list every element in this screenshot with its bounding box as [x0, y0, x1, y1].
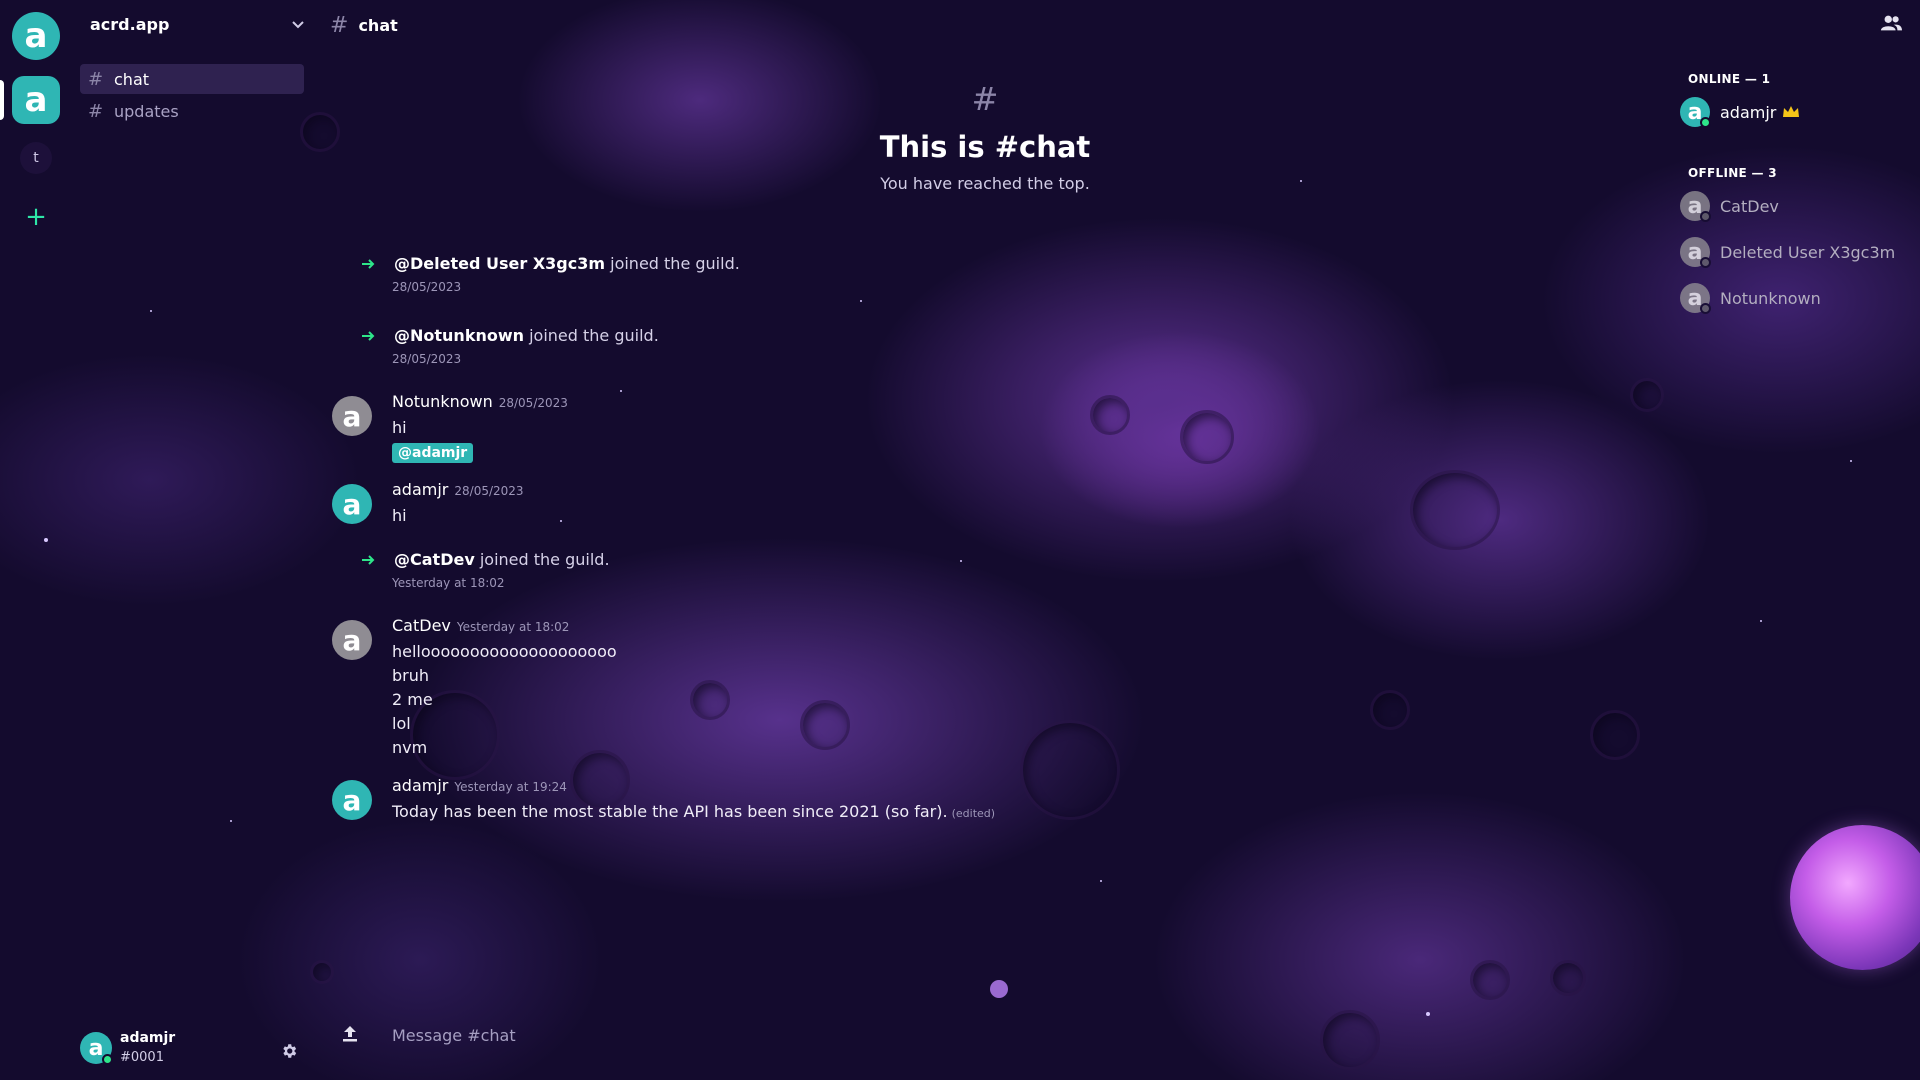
- hash-icon: #: [330, 12, 349, 38]
- message-timestamp: 28/05/2023: [454, 484, 524, 498]
- channel-item-chat[interactable]: # chat: [80, 64, 304, 94]
- add-server-button[interactable]: +: [22, 204, 50, 230]
- message-body: helloooooooooooooooooooo bruh 2 me lol n…: [392, 642, 617, 757]
- arrow-right-icon: [362, 331, 375, 341]
- member-item-deleted-user[interactable]: a Deleted User X3gc3m: [1680, 235, 1910, 269]
- message-timestamp: 28/05/2023: [392, 352, 462, 366]
- message-author[interactable]: CatDev: [392, 616, 451, 635]
- online-status-icon: [1700, 117, 1711, 128]
- avatar[interactable]: a: [332, 780, 372, 820]
- member-name: CatDev: [1720, 196, 1779, 216]
- arrow-right-icon: [362, 259, 375, 269]
- join-user[interactable]: @CatDev: [394, 550, 475, 569]
- gear-icon[interactable]: [280, 1042, 298, 1060]
- guild-name: acrd.app: [90, 14, 170, 34]
- channel-welcome: # This is #chat You have reached the top…: [785, 80, 1185, 193]
- channel-item-updates[interactable]: # updates: [80, 96, 304, 126]
- avatar[interactable]: a: [332, 396, 372, 436]
- member-name: adamjr: [1720, 102, 1777, 122]
- server-t[interactable]: t: [20, 142, 52, 174]
- avatar[interactable]: a: [80, 1032, 113, 1065]
- online-header: ONLINE — 1: [1688, 72, 1771, 86]
- message-body: hi @adamjr: [392, 416, 474, 464]
- channel-header: # chat: [330, 12, 398, 38]
- edited-label: (edited): [951, 807, 996, 820]
- home-button[interactable]: a: [12, 12, 60, 60]
- message-body: hi: [392, 506, 407, 525]
- crown-icon: [1783, 106, 1800, 117]
- offline-header: OFFLINE — 3: [1688, 166, 1777, 180]
- message-input[interactable]: [392, 1022, 1492, 1048]
- member-item-notunknown[interactable]: a Notunknown: [1680, 281, 1910, 315]
- avatar: a: [1680, 237, 1711, 268]
- hash-icon: #: [88, 68, 104, 90]
- channel-label: updates: [114, 101, 179, 121]
- welcome-title: This is #chat: [879, 130, 1091, 164]
- message-author[interactable]: Notunknown: [392, 392, 493, 411]
- welcome-subtitle: You have reached the top.: [880, 174, 1090, 193]
- user-panel: a adamjr #0001: [80, 1028, 310, 1074]
- message-timestamp: Yesterday at 18:02: [392, 576, 505, 590]
- message-timestamp: 28/05/2023: [392, 280, 462, 294]
- active-server-indicator: [0, 80, 4, 120]
- current-user-tag: #0001: [120, 1050, 164, 1065]
- message-body: Today has been the most stable the API h…: [392, 802, 996, 821]
- avatar: a: [1680, 97, 1711, 128]
- offline-status-icon: [1700, 257, 1711, 268]
- join-user[interactable]: @Notunknown: [394, 326, 524, 345]
- chevron-down-icon[interactable]: [291, 17, 305, 31]
- join-user[interactable]: @Deleted User X3gc3m: [394, 254, 605, 273]
- hash-icon: #: [971, 80, 999, 118]
- message-composer: [340, 1022, 1640, 1054]
- upload-icon[interactable]: [340, 1024, 360, 1044]
- message-author[interactable]: adamjr: [392, 776, 448, 795]
- member-name: Notunknown: [1720, 288, 1821, 308]
- member-name: Deleted User X3gc3m: [1720, 242, 1896, 262]
- avatar[interactable]: a: [332, 484, 372, 524]
- server-rail: a a t +: [0, 0, 72, 1080]
- member-list: ONLINE — 1 a adamjr OFFLINE — 3 a CatDev…: [1680, 0, 1920, 1080]
- offline-status-icon: [1700, 303, 1711, 314]
- channel-title: chat: [358, 15, 398, 35]
- avatar[interactable]: a: [332, 620, 372, 660]
- message-timestamp: Yesterday at 19:24: [454, 780, 567, 794]
- server-acrd-app[interactable]: a: [12, 76, 60, 124]
- user-mention[interactable]: @adamjr: [392, 443, 474, 463]
- channel-label: chat: [114, 69, 150, 89]
- member-item-catdev[interactable]: a CatDev: [1680, 189, 1910, 223]
- current-username: adamjr: [120, 1030, 176, 1046]
- channel-sidebar: acrd.app # chat # updates a adamjr #0001: [80, 0, 310, 1080]
- message-timestamp: Yesterday at 18:02: [456, 620, 570, 634]
- message-timestamp: 28/05/2023: [498, 396, 568, 410]
- online-status-icon: [102, 1054, 113, 1065]
- offline-status-icon: [1700, 211, 1711, 222]
- avatar: a: [1680, 283, 1711, 314]
- avatar: a: [1680, 191, 1711, 222]
- message-author[interactable]: adamjr: [392, 480, 448, 499]
- member-item-adamjr[interactable]: a adamjr: [1680, 95, 1910, 129]
- arrow-right-icon: [362, 555, 375, 565]
- guild-header[interactable]: acrd.app: [90, 12, 305, 36]
- hash-icon: #: [88, 100, 104, 122]
